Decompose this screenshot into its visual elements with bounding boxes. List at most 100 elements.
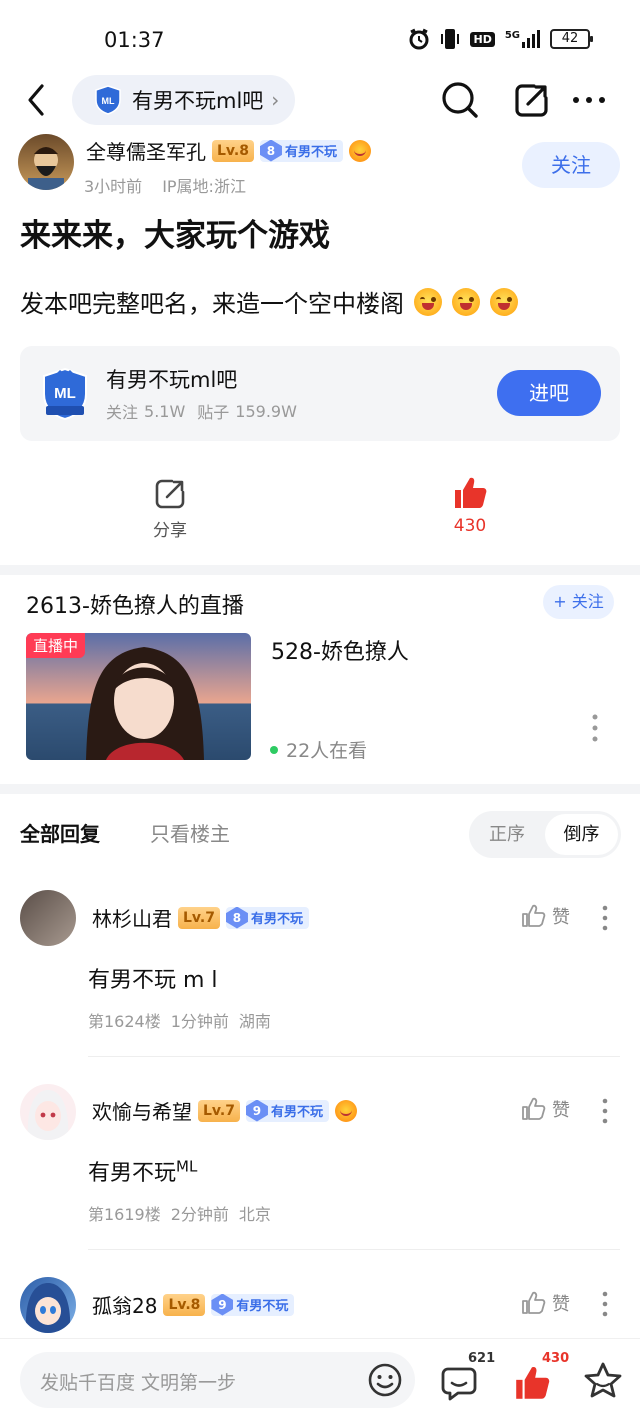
live-title: 2613-娇色撩人的直播 bbox=[26, 594, 244, 619]
reply-avatar[interactable] bbox=[20, 1277, 76, 1333]
section-divider bbox=[0, 784, 640, 794]
comment-placeholder: 发贴千百度 文明第一步 bbox=[40, 1372, 237, 1394]
comment-icon bbox=[441, 1367, 477, 1401]
forum-logo-icon: ML bbox=[43, 367, 87, 421]
reply-text-sup: ML bbox=[176, 1157, 198, 1176]
reply-more-icon[interactable] bbox=[598, 1290, 612, 1322]
reply-author-line: 林杉山君 Lv.7 8 有男不玩 bbox=[92, 903, 309, 932]
reply-avatar[interactable] bbox=[20, 890, 76, 946]
live-viewers-text: 22人在看 bbox=[286, 740, 368, 762]
like-count: 430 bbox=[453, 516, 487, 536]
live-streamer-name: 528-娇色撩人 bbox=[271, 640, 409, 665]
sort-asc-button[interactable]: 正序 bbox=[469, 811, 545, 858]
reply-text: 有男不玩 m l bbox=[88, 968, 218, 993]
live-follow-button[interactable]: + 关注 bbox=[543, 585, 614, 619]
bottom-like-button[interactable]: 430 bbox=[512, 1351, 572, 1407]
emoji-badge-icon bbox=[348, 139, 371, 162]
network-signal-icon: 5G bbox=[505, 30, 540, 48]
top-nav: ML 有男不玩ml吧 › bbox=[0, 70, 640, 136]
reply-like-button[interactable]: 赞 bbox=[520, 1096, 570, 1122]
share-label: 分享 bbox=[153, 521, 187, 541]
author-avatar[interactable] bbox=[18, 134, 74, 190]
reply-like-button[interactable]: 赞 bbox=[520, 903, 570, 929]
laughing-emoji-icon bbox=[414, 287, 442, 316]
enter-forum-button[interactable]: 进吧 bbox=[497, 370, 601, 416]
badge-text: 有男不玩 bbox=[270, 1105, 323, 1120]
reply-author-name[interactable]: 孤翁28 bbox=[92, 1290, 157, 1319]
live-thumbnail[interactable]: 直播中 bbox=[26, 633, 251, 760]
thumbs-up-outline-icon bbox=[522, 1291, 546, 1314]
forum-name: 有男不玩ml吧 bbox=[132, 89, 264, 113]
live-more-icon[interactable] bbox=[588, 712, 602, 744]
reply-meta: 第1624楼 1分钟前 湖南 bbox=[88, 1008, 271, 1032]
comments-button[interactable]: 621 bbox=[440, 1351, 500, 1407]
reply-location: 北京 bbox=[238, 1205, 271, 1224]
reply-text: 有男不玩ML bbox=[88, 1155, 197, 1187]
reply-divider bbox=[88, 1249, 620, 1250]
follow-author-button[interactable]: 关注 bbox=[522, 142, 620, 188]
reply-author-name[interactable]: 林杉山君 bbox=[92, 903, 172, 932]
forum-posts-label: 贴子 bbox=[197, 403, 230, 422]
forum-logo-icon: ML bbox=[95, 85, 121, 115]
share-button[interactable]: 分享 bbox=[130, 476, 210, 541]
reply-author-name[interactable]: 欢愉与希望 bbox=[92, 1096, 192, 1125]
reply-badge: 9 有男不玩 bbox=[245, 1099, 329, 1122]
network-type: 5G bbox=[504, 30, 520, 41]
like-button[interactable]: 430 bbox=[430, 474, 510, 536]
sort-desc-button[interactable]: 倒序 bbox=[545, 814, 618, 855]
reply-time: 2分钟前 bbox=[170, 1205, 229, 1224]
search-icon[interactable] bbox=[438, 78, 482, 122]
hd-icon: HD bbox=[470, 31, 495, 47]
reply-text-main: 有男不玩 bbox=[88, 1161, 177, 1186]
bottom-bar: 发贴千百度 文明第一步 621 430 bbox=[0, 1338, 640, 1422]
comments-count: 621 bbox=[468, 1351, 496, 1366]
badge-gem-icon: 8 bbox=[259, 139, 282, 162]
emoji-icon[interactable] bbox=[367, 1362, 403, 1398]
post-body: 发本吧完整吧名，来造一个空中楼阁 bbox=[20, 284, 518, 319]
vibrate-icon bbox=[441, 29, 460, 49]
post-time: 3小时前 bbox=[84, 177, 143, 196]
share-edit-icon[interactable] bbox=[510, 78, 554, 122]
status-bar: 01:37 HD 5G 42 bbox=[0, 0, 640, 80]
reply-time: 1分钟前 bbox=[170, 1012, 229, 1031]
more-icon[interactable] bbox=[568, 78, 612, 122]
emoji-badge-icon bbox=[334, 1099, 357, 1122]
tab-op-only[interactable]: 只看楼主 bbox=[150, 818, 230, 847]
reply-floor: 第1624楼 bbox=[88, 1012, 161, 1031]
thumbs-up-icon bbox=[516, 1366, 550, 1399]
reply-level: Lv.7 bbox=[178, 906, 220, 929]
forum-card[interactable]: ML 有男不玩ml吧 关注 5.1W 贴子 159.9W 进吧 bbox=[20, 346, 620, 441]
status-time: 01:37 bbox=[104, 28, 165, 52]
reply-meta: 第1619楼 2分钟前 北京 bbox=[88, 1201, 271, 1225]
reply-badge: 9 有男不玩 bbox=[211, 1293, 295, 1316]
author-name[interactable]: 全尊儒圣军孔 bbox=[86, 136, 206, 165]
comment-input[interactable]: 发贴千百度 文明第一步 bbox=[20, 1352, 415, 1408]
post-body-text: 发本吧完整吧名，来造一个空中楼阁 bbox=[20, 290, 404, 318]
badge-text: 有男不玩 bbox=[284, 145, 337, 160]
forum-name-pill[interactable]: ML 有男不玩ml吧 › bbox=[72, 75, 296, 125]
back-arrow-icon[interactable] bbox=[22, 80, 54, 120]
badge-gem-icon: 8 bbox=[225, 906, 248, 929]
reply-like-label: 赞 bbox=[552, 907, 570, 928]
reply-more-icon[interactable] bbox=[598, 1097, 612, 1129]
author-line: 全尊儒圣军孔 Lv.8 8 有男不玩 bbox=[86, 136, 371, 165]
alarm-icon bbox=[409, 28, 429, 50]
post-meta: 3小时前 IP属地:浙江 bbox=[84, 173, 246, 197]
reply-more-icon[interactable] bbox=[598, 904, 612, 936]
forum-card-stats: 关注 5.1W 贴子 159.9W bbox=[106, 399, 297, 423]
post-ip: IP属地:浙江 bbox=[162, 177, 246, 196]
live-dot-icon bbox=[270, 745, 278, 754]
reply-divider bbox=[88, 1056, 620, 1057]
reply-badge: 8 有男不玩 bbox=[225, 906, 309, 929]
svg-text:ML: ML bbox=[54, 385, 76, 402]
thumbs-up-icon bbox=[455, 477, 487, 508]
reply-avatar[interactable] bbox=[20, 1084, 76, 1140]
laughing-emoji-icon bbox=[490, 287, 518, 316]
reply-like-button[interactable]: 赞 bbox=[520, 1290, 570, 1316]
tab-all-replies[interactable]: 全部回复 bbox=[20, 818, 100, 847]
status-icons: HD 5G 42 bbox=[408, 28, 593, 50]
reply-avatar-image bbox=[25, 1283, 71, 1333]
forum-follow-count: 5.1W bbox=[144, 401, 186, 421]
star-icon[interactable] bbox=[582, 1361, 624, 1401]
reply-avatar-image bbox=[27, 1090, 69, 1140]
